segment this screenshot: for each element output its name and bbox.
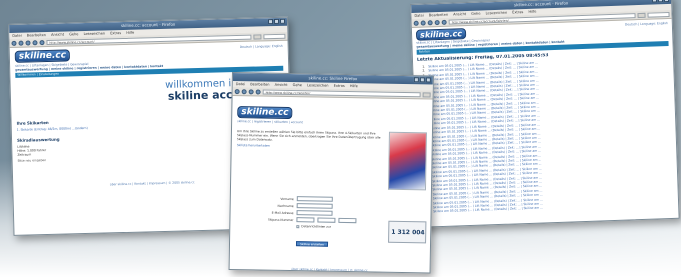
page-content: skiline.cc Deutsch | Language: English s…: [412, 19, 678, 217]
menu-item-bearbeiten[interactable]: Bearbeiten: [27, 33, 46, 38]
first-name-field[interactable]: [296, 196, 333, 202]
pass-number-field-2[interactable]: [317, 217, 336, 223]
menu-item-datei[interactable]: Datei: [12, 34, 21, 38]
maximize-button[interactable]: [419, 77, 425, 83]
forward-icon[interactable]: [18, 40, 24, 46]
submit-button[interactable]: Skiline erstellen: [295, 241, 328, 247]
home-icon[interactable]: [441, 19, 447, 25]
menu-item-hilfe[interactable]: Hilfe: [528, 10, 536, 14]
menu-item-gehe[interactable]: Gehe: [471, 12, 480, 16]
download-link[interactable]: Skiliste herunterladen: [237, 143, 385, 150]
maximize-button[interactable]: [273, 18, 280, 25]
menu-item-datei[interactable]: Datei: [414, 14, 423, 18]
checkbox-label: Datenrichtlinien zur: [301, 224, 332, 229]
menu-item-ansicht[interactable]: Ansicht: [275, 83, 288, 87]
minimize-button[interactable]: [413, 77, 419, 83]
reload-icon[interactable]: [427, 19, 433, 25]
menu-item-bearbeiten[interactable]: Bearbeiten: [250, 82, 269, 86]
field-label: E-Mail Adresse: [271, 210, 294, 215]
search-input[interactable]: [263, 33, 286, 39]
email-field[interactable]: [296, 210, 333, 216]
skiline-logo[interactable]: skiline.cc: [14, 49, 71, 63]
go-button[interactable]: [253, 33, 262, 40]
close-button[interactable]: [425, 77, 431, 83]
go-button[interactable]: [422, 91, 431, 97]
language-switch[interactable]: Deutsch | Language: English: [240, 44, 283, 49]
menu-item-ansicht[interactable]: Ansicht: [453, 12, 466, 16]
menu-item-lesezeichen[interactable]: Lesezeichen: [486, 11, 508, 16]
skipass-number: 1 312 004: [391, 228, 425, 237]
url-input[interactable]: http://www.skiline.cc/register/: [262, 89, 421, 97]
last-name-field[interactable]: [296, 203, 333, 209]
window-title: skiline.cc: account - Firefox: [120, 21, 176, 29]
ski-photo: [387, 131, 427, 191]
menu-item-bearbeiten[interactable]: Bearbeiten: [429, 13, 448, 18]
go-button[interactable]: [637, 12, 646, 18]
menu-item-extras[interactable]: Extras: [334, 84, 345, 88]
search-input[interactable]: [647, 11, 670, 18]
field-label: Nachname: [277, 203, 294, 208]
menu-item-lesezeichen[interactable]: Lesezeichen: [84, 31, 106, 36]
minimize-button[interactable]: [267, 19, 274, 25]
top-nav[interactable]: skiline.cc | registrieren | skikarten | …: [237, 119, 427, 126]
pass-number-field-3[interactable]: [338, 217, 357, 224]
menu-item-datei[interactable]: Datei: [236, 82, 245, 86]
language-switch[interactable]: Deutsch | Language: English: [625, 21, 668, 26]
menu-item-hilfe[interactable]: Hilfe: [126, 31, 134, 35]
window-results: skiline.cc: account - Firefox Datei Bear…: [410, 0, 680, 228]
field-label: Vorname: [280, 196, 294, 201]
menu-item-ansicht[interactable]: Ansicht: [51, 33, 64, 37]
stop-icon[interactable]: [434, 19, 440, 25]
close-button[interactable]: [279, 18, 286, 24]
forward-icon[interactable]: [241, 88, 247, 94]
page-content: skiline.cc skiline.cc | registrieren | s…: [229, 96, 432, 273]
results-list: 1. Skiline am 05.01.2005 (... ) Lift Name…: [417, 56, 674, 215]
maximize-button[interactable]: [657, 0, 664, 3]
skipass-card: 1 312 004: [388, 220, 427, 244]
reload-icon[interactable]: [248, 88, 254, 94]
forward-icon[interactable]: [420, 19, 426, 26]
minimize-button[interactable]: [651, 0, 658, 3]
back-icon[interactable]: [413, 20, 419, 26]
stop-icon[interactable]: [32, 39, 38, 45]
back-icon[interactable]: [234, 88, 240, 94]
field-label: Skipass-Nummer: [267, 217, 294, 222]
window-register: skiline.cc: Skiline Firefox Datei Bearbe…: [228, 72, 434, 274]
intro-text: Um Ihre Skiline zu erstellen wählen Sie …: [236, 129, 381, 142]
terms-checkbox[interactable]: [296, 224, 300, 228]
back-icon[interactable]: [11, 40, 17, 46]
menu-item-hilfe[interactable]: Hilfe: [350, 84, 358, 88]
home-icon[interactable]: [39, 39, 45, 45]
menu-item-lesezeichen[interactable]: Lesezeichen: [307, 83, 329, 87]
close-button[interactable]: [663, 0, 670, 3]
window-title: skiline.cc: Skiline Firefox: [308, 75, 358, 82]
skiline-logo[interactable]: skiline.cc: [237, 106, 293, 120]
pass-number-field-1[interactable]: [296, 217, 315, 223]
menu-item-extras[interactable]: Extras: [512, 10, 523, 14]
menu-item-extras[interactable]: Extras: [110, 31, 121, 35]
window-title: skiline.cc: account - Firefox: [513, 0, 569, 8]
menu-item-gehe[interactable]: Gehe: [293, 83, 302, 87]
stop-icon[interactable]: [255, 88, 261, 95]
reload-icon[interactable]: [25, 39, 31, 46]
menu-item-gehe[interactable]: Gehe: [69, 32, 78, 36]
